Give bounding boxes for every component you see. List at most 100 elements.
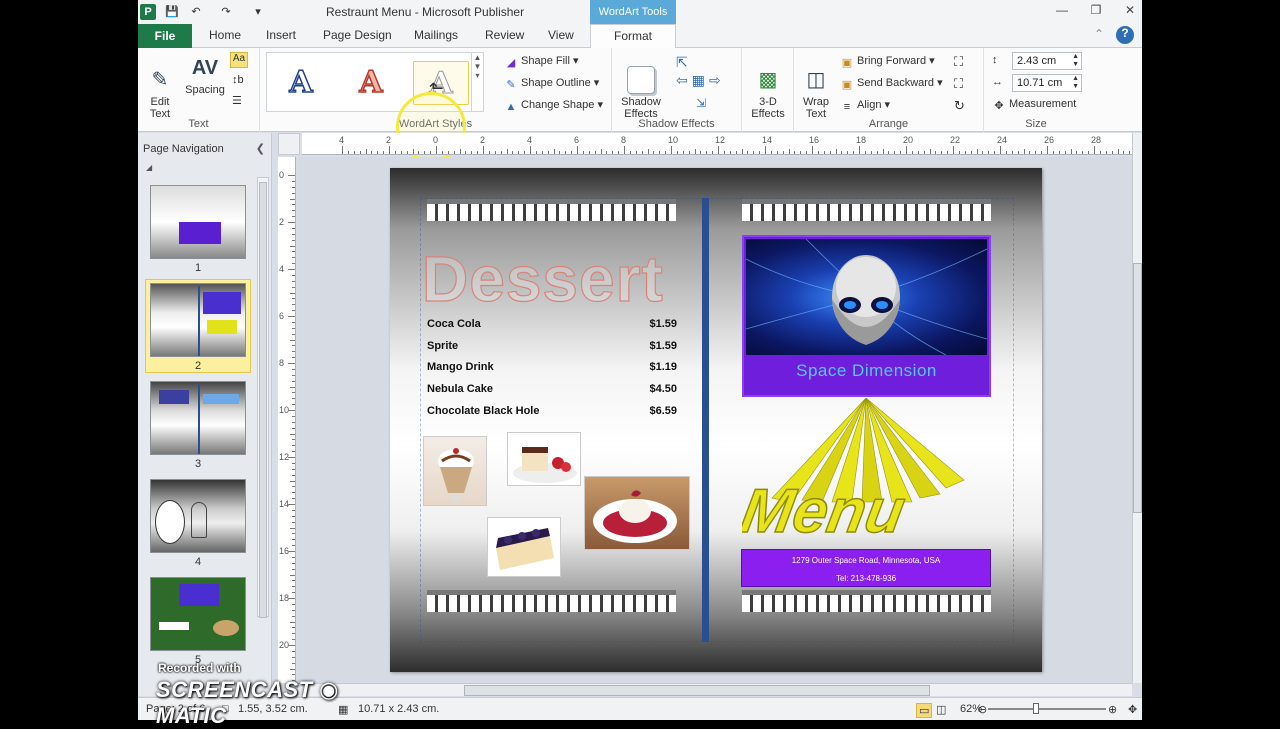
publisher-logo-icon[interactable]: P bbox=[140, 4, 156, 20]
cheesecake-slice-photo[interactable] bbox=[507, 432, 581, 486]
vertical-ruler[interactable]: 0 2 4 6 8 10 12 14 16 18 20 bbox=[278, 157, 296, 683]
ribbon: ✎ Edit Text AV Spacing Aa ↕b ☰ Text A A A … bbox=[138, 48, 1142, 162]
tab-home[interactable]: Home bbox=[209, 28, 241, 42]
collapse-pane-icon[interactable]: ❮ bbox=[256, 142, 265, 155]
ruler-tick bbox=[647, 149, 649, 154]
zoom-slider[interactable] bbox=[988, 708, 1106, 710]
group-objects-icon[interactable]: ⛶ bbox=[954, 54, 963, 70]
ruler-tick bbox=[723, 151, 725, 154]
tab-page-design[interactable]: Page Design bbox=[323, 28, 392, 42]
send-backward-button[interactable]: ▣ Send Backward ▾ bbox=[840, 76, 943, 91]
page-divider[interactable] bbox=[702, 198, 709, 642]
vertical-scroll-thumb[interactable] bbox=[1133, 263, 1142, 513]
undo-icon[interactable]: ↶ bbox=[188, 4, 204, 20]
zoom-slider-knob[interactable] bbox=[1033, 703, 1039, 714]
ruler-tick bbox=[635, 151, 637, 154]
ruler-tick bbox=[1047, 146, 1048, 154]
restore-icon[interactable]: ❐ bbox=[1086, 3, 1106, 19]
page-thumbnail-4[interactable] bbox=[150, 479, 246, 553]
shape-outline-button[interactable]: ✎ Shape Outline ▾ bbox=[504, 76, 599, 91]
vertical-text-icon[interactable]: ↕b bbox=[232, 74, 244, 86]
ruler-tick-label: 22 bbox=[950, 135, 961, 145]
tab-review[interactable]: Review bbox=[485, 28, 524, 42]
alien-image[interactable] bbox=[746, 239, 987, 355]
piano-border-top-left[interactable] bbox=[427, 199, 676, 221]
rotate-icon[interactable]: ↻ bbox=[954, 98, 965, 114]
customize-toolbar-icon[interactable]: ▾ bbox=[250, 4, 266, 20]
bring-forward-button[interactable]: ▣ Bring Forward ▾ bbox=[840, 54, 935, 69]
save-icon[interactable]: 💾 bbox=[164, 4, 180, 20]
wordart-style-red-outline[interactable]: A bbox=[343, 61, 399, 105]
tab-view[interactable]: View bbox=[548, 28, 574, 42]
ruler-tick bbox=[290, 433, 295, 435]
space-dimension-title[interactable]: Space Dimension bbox=[744, 361, 989, 381]
measurement-button[interactable]: ✥ Measurement bbox=[992, 98, 1076, 112]
piano-border-bottom-left[interactable] bbox=[427, 590, 676, 612]
wrap-text-button[interactable]: ◫ Wrap Text bbox=[798, 54, 834, 120]
shadow-effects-button[interactable]: Shadow Effects bbox=[618, 54, 664, 120]
close-icon[interactable]: ✕ bbox=[1120, 3, 1140, 19]
zoom-in-icon[interactable]: ⊕ bbox=[1108, 703, 1117, 716]
change-shape-button[interactable]: ▲ Change Shape ▾ bbox=[504, 98, 603, 113]
shape-fill-button[interactable]: ◢ Shape Fill ▾ bbox=[504, 54, 579, 69]
tab-format[interactable]: Format bbox=[590, 24, 676, 49]
wordart-style-gallery[interactable]: A A A ▲ ▼ ▾ bbox=[266, 52, 484, 112]
help-icon[interactable]: ? bbox=[1116, 26, 1134, 44]
piano-border-top-right[interactable] bbox=[742, 199, 991, 221]
menu-list[interactable]: Coca Cola $1.59 Sprite $1.59 Mango Drink $1… bbox=[427, 314, 677, 422]
edit-text-button[interactable]: ✎ Edit Text bbox=[144, 54, 176, 120]
two-page-view-icon[interactable]: ◫ bbox=[936, 703, 946, 716]
horizontal-ruler[interactable]: 42024681012141618202224262830 bbox=[302, 133, 1132, 155]
page-thumbnail-2[interactable] bbox=[150, 283, 246, 357]
piano-border-bottom-right[interactable] bbox=[742, 590, 991, 612]
expand-section-icon[interactable]: ◢ bbox=[146, 163, 152, 172]
menu-wordart[interactable]: Menu bbox=[742, 398, 992, 544]
address-box[interactable]: 1279 Outer Space Road, Minnesota, USA Te… bbox=[741, 549, 991, 587]
align-text-icon[interactable]: ☰ bbox=[232, 94, 242, 107]
thumb-decoration bbox=[155, 500, 185, 544]
dessert-wordart[interactable]: Dessert bbox=[421, 242, 664, 316]
ruler-tick bbox=[1052, 151, 1054, 154]
height-field[interactable]: 2.43 cm ▲ ▼ bbox=[1012, 52, 1082, 70]
vertical-scrollbar[interactable] bbox=[1132, 133, 1142, 683]
tab-insert[interactable]: Insert bbox=[266, 28, 296, 42]
tab-mailings[interactable]: Mailings bbox=[414, 28, 458, 42]
height-spinner[interactable]: ▲ ▼ bbox=[1072, 53, 1079, 69]
page-thumbnail-1[interactable] bbox=[150, 185, 246, 259]
panna-cotta-photo[interactable] bbox=[584, 476, 690, 550]
space-dimension-box[interactable]: Space Dimension bbox=[742, 235, 991, 397]
gallery-scroll[interactable]: ▲ ▼ ▾ bbox=[471, 53, 483, 111]
align-button[interactable]: ≡ Align ▾ bbox=[840, 98, 890, 113]
publication-page[interactable]: Dessert Coca Cola $1.59 Sprite $1.59 Mango… bbox=[390, 168, 1042, 672]
3d-effects-button[interactable]: ▩ 3-D Effects bbox=[746, 54, 790, 120]
zoom-out-icon[interactable]: ⊖ bbox=[978, 703, 987, 716]
redo-icon[interactable]: ↷ bbox=[218, 4, 234, 20]
ruler-tick bbox=[477, 151, 479, 154]
blueberry-cheesecake-photo[interactable] bbox=[487, 517, 561, 577]
tab-file[interactable]: File bbox=[138, 24, 192, 48]
fit-page-icon[interactable]: ✥ bbox=[1128, 703, 1137, 716]
nudge-up-icon[interactable]: ⇱ bbox=[676, 54, 688, 71]
wordart-style-blue-outline[interactable]: A bbox=[273, 61, 329, 105]
page-thumbnail-5[interactable] bbox=[150, 577, 246, 651]
even-height-icon[interactable]: Aa bbox=[230, 52, 248, 68]
ruler-corner[interactable] bbox=[278, 133, 300, 155]
nudge-down-icon[interactable]: ⇲ bbox=[696, 96, 706, 110]
ruler-tick bbox=[292, 380, 295, 382]
single-page-view-icon[interactable]: ▭ bbox=[916, 703, 933, 718]
minimize-icon[interactable]: — bbox=[1052, 3, 1072, 19]
ruler-tick bbox=[292, 486, 295, 488]
width-spinner[interactable]: ▲ ▼ bbox=[1072, 75, 1079, 91]
horizontal-scroll-thumb[interactable] bbox=[464, 685, 930, 696]
navigation-scrollbar[interactable] bbox=[257, 177, 269, 618]
ungroup-objects-icon[interactable]: ⛶ bbox=[954, 76, 963, 92]
page-thumbnail-3[interactable] bbox=[150, 381, 246, 455]
horizontal-scrollbar[interactable] bbox=[298, 683, 1132, 696]
sundae-photo[interactable] bbox=[423, 436, 487, 506]
navigation-scroll-thumb[interactable] bbox=[259, 182, 267, 618]
ruler-tick bbox=[288, 269, 295, 270]
width-field[interactable]: 10.71 cm ▲ ▼ bbox=[1012, 74, 1082, 92]
spacing-button[interactable]: AV Spacing bbox=[182, 54, 228, 96]
nudge-shadow-icon[interactable]: ⇦▦⇨ bbox=[676, 72, 721, 94]
ribbon-collapse-icon[interactable]: ⌃ bbox=[1094, 27, 1104, 41]
